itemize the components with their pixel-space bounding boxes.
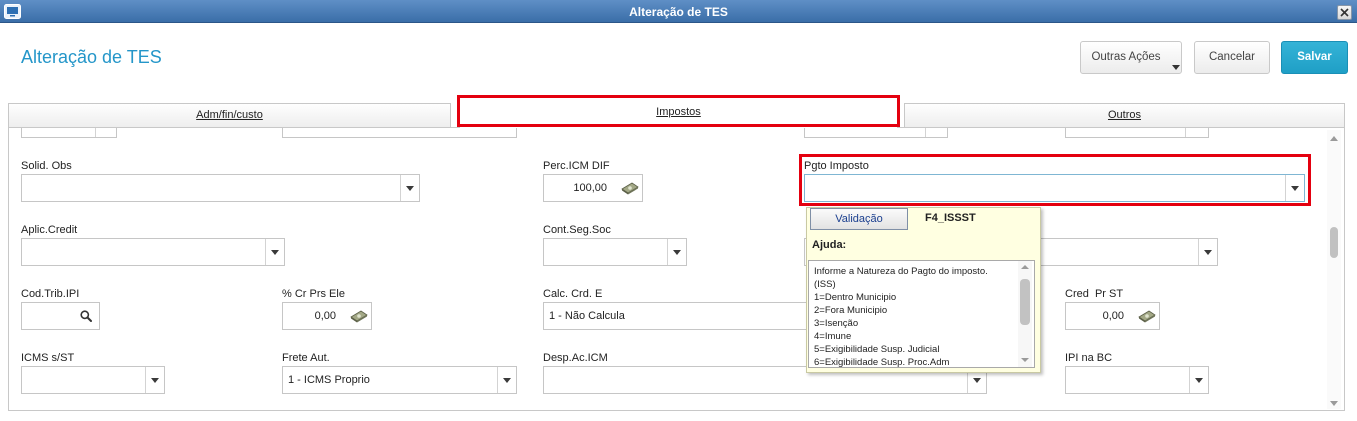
- validation-button[interactable]: Validação: [810, 208, 908, 230]
- save-button[interactable]: Salvar: [1281, 41, 1348, 74]
- more-actions-button[interactable]: Outras Ações: [1080, 41, 1182, 74]
- form-panel: Solid. Obs Perc.ICM DIF 100,00 Pgto Impo…: [8, 127, 1345, 411]
- help-popup: Validação F4_ISSST Ajuda: Informe a Natu…: [806, 207, 1041, 373]
- cred-pr-st-value: 0,00: [1102, 310, 1124, 322]
- frete-aut-label: Frete Aut.: [282, 352, 330, 364]
- search-icon[interactable]: [80, 310, 92, 322]
- scroll-up-icon[interactable]: [1021, 265, 1029, 269]
- scroll-up-icon[interactable]: [1330, 136, 1338, 141]
- scroll-down-icon[interactable]: [1021, 358, 1029, 362]
- aplic-credit-select[interactable]: [21, 238, 285, 266]
- cancel-button[interactable]: Cancelar: [1194, 41, 1270, 74]
- solid-obs-label: Solid. Obs: [21, 160, 72, 172]
- ipi-na-bc-label: IPI na BC: [1065, 352, 1113, 364]
- scroll-thumb[interactable]: [1330, 227, 1338, 258]
- calculator-icon[interactable]: [349, 309, 369, 323]
- cr-prs-ele-value: 0,00: [314, 310, 336, 322]
- pgto-imposto-label: Pgto Imposto: [804, 160, 869, 172]
- help-title: Ajuda:: [812, 239, 847, 251]
- tab-adm-fin-custo[interactable]: Adm/fin/custo: [8, 103, 451, 127]
- calculator-icon[interactable]: [1137, 309, 1157, 323]
- form-scrollbar[interactable]: [1327, 130, 1341, 409]
- top-field-1[interactable]: [21, 127, 117, 138]
- calc-crd-e-label: Calc. Crd. E: [543, 288, 603, 300]
- top-field-2[interactable]: [282, 127, 517, 138]
- aplic-credit-label: Aplic.Credit: [21, 224, 78, 236]
- help-line: 5=Exigibilidade Susp. Judicial: [814, 344, 940, 355]
- icms-s-st-label: ICMS s/ST: [21, 352, 75, 364]
- chevron-down-icon[interactable]: [400, 175, 419, 201]
- triangle-down-icon: [1172, 65, 1180, 70]
- field-code: F4_ISSST: [925, 212, 976, 224]
- chevron-down-icon[interactable]: [145, 367, 164, 393]
- icms-s-st-select[interactable]: [21, 366, 165, 394]
- cont-seg-soc-select[interactable]: [543, 238, 687, 266]
- help-line: 1=Dentro Municipio: [814, 292, 897, 303]
- cr-prs-ele-label: % Cr Prs Ele: [282, 288, 345, 300]
- chevron-down-icon[interactable]: [497, 367, 516, 393]
- field-divider: [1185, 127, 1186, 137]
- help-line: Informe a Natureza do Pagto do imposto.: [814, 266, 988, 277]
- cont-seg-soc-label: Cont.Seg.Soc: [543, 224, 611, 236]
- help-line: 6=Exigibilidade Susp. Proc.Adm: [814, 357, 950, 368]
- cr-prs-ele-input[interactable]: 0,00: [282, 302, 372, 330]
- window-title-bar: Alteração de TES: [0, 0, 1357, 23]
- solid-obs-select[interactable]: [21, 174, 420, 202]
- window-title: Alteração de TES: [629, 5, 728, 19]
- chevron-down-icon[interactable]: [1198, 239, 1217, 265]
- calculator-icon[interactable]: [620, 181, 640, 195]
- cod-trib-ipi-input[interactable]: [21, 302, 100, 330]
- top-field-3[interactable]: [804, 127, 948, 138]
- close-button[interactable]: [1337, 5, 1352, 20]
- tab-label: Adm/fin/custo: [196, 109, 263, 121]
- top-field-4[interactable]: [1065, 127, 1209, 138]
- chevron-down-icon[interactable]: [667, 239, 686, 265]
- perc-icm-dif-label: Perc.ICM DIF: [543, 160, 610, 172]
- field-divider: [925, 127, 926, 137]
- chevron-down-icon[interactable]: [265, 239, 284, 265]
- help-line: 3=Isenção: [814, 318, 859, 329]
- help-lines: Informe a Natureza do Pagto do imposto. …: [814, 265, 988, 368]
- ipi-na-bc-select[interactable]: [1065, 366, 1209, 394]
- help-line: (ISS): [814, 279, 836, 290]
- chevron-down-icon[interactable]: [1189, 367, 1208, 393]
- cred-pr-st-label: Cred Pr ST: [1065, 288, 1124, 300]
- close-icon: [1340, 8, 1349, 17]
- cod-trib-ipi-label: Cod.Trib.IPI: [21, 288, 80, 300]
- calc-crd-e-value: 1 - Não Calcula: [549, 310, 625, 322]
- help-text-box[interactable]: Informe a Natureza do Pagto do imposto. …: [808, 260, 1035, 368]
- frete-aut-select[interactable]: 1 - ICMS Proprio: [282, 366, 517, 394]
- frete-aut-value: 1 - ICMS Proprio: [288, 374, 370, 386]
- scroll-thumb[interactable]: [1020, 279, 1030, 325]
- pgto-imposto-select[interactable]: [804, 174, 1305, 202]
- field-divider: [95, 127, 96, 137]
- perc-icm-dif-input[interactable]: 100,00: [543, 174, 643, 202]
- help-scrollbar[interactable]: [1018, 261, 1032, 367]
- scroll-down-icon[interactable]: [1330, 401, 1338, 406]
- tab-impostos[interactable]: Impostos: [459, 97, 898, 128]
- tab-label: Impostos: [656, 106, 701, 118]
- cred-pr-st-input[interactable]: 0,00: [1065, 302, 1160, 330]
- chevron-down-icon[interactable]: [1285, 175, 1304, 201]
- more-actions-label: Outras Ações: [1091, 51, 1161, 63]
- perc-icm-dif-value: 100,00: [573, 182, 607, 194]
- help-line: 4=Imune: [814, 331, 852, 342]
- page-title: Alteração de TES: [21, 47, 162, 67]
- tab-label: Outros: [1107, 109, 1141, 121]
- desp-ac-icm-label: Desp.Ac.ICM: [543, 352, 608, 364]
- tab-outros[interactable]: Outros: [904, 103, 1345, 127]
- help-line: 2=Fora Municipio: [814, 305, 888, 316]
